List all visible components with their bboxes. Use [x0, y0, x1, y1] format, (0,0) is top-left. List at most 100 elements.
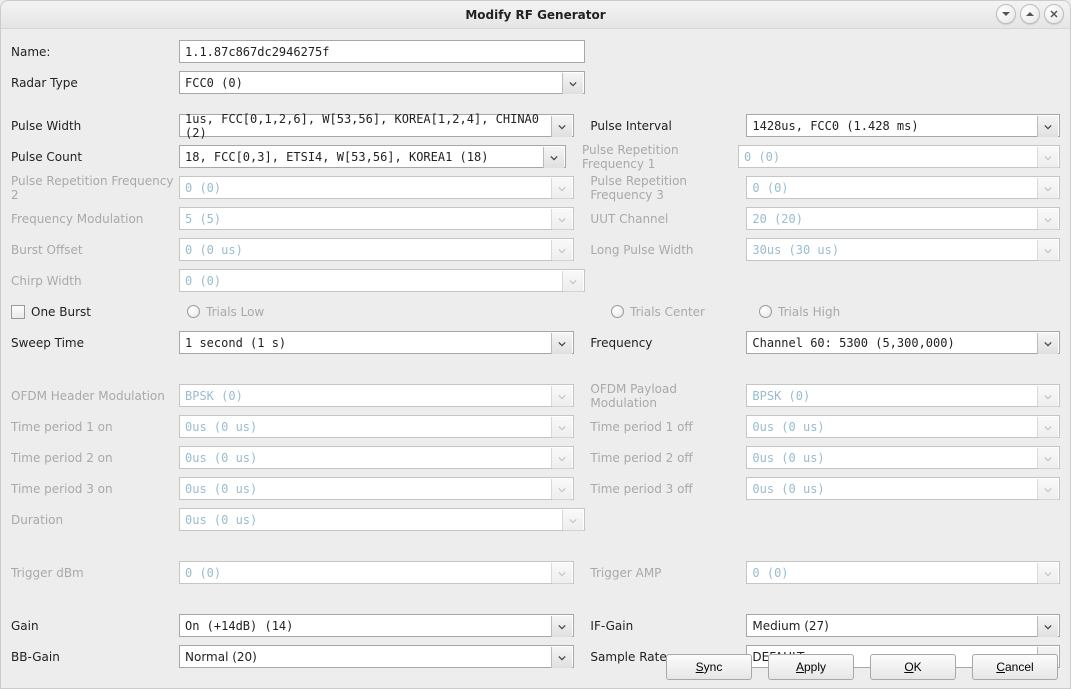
- chevron-down-icon: [1037, 616, 1058, 637]
- prf1-combo: 0 (0): [738, 145, 1060, 168]
- tp3off-label: Time period 3 off: [590, 482, 746, 496]
- bb-gain-label: BB-Gain: [11, 650, 179, 664]
- frequency-combo[interactable]: Channel 60: 5300 (5,300,000): [746, 331, 1060, 354]
- pulse-interval-label: Pulse Interval: [590, 119, 746, 133]
- prf2-combo: 0 (0): [179, 176, 574, 199]
- trigger-dbm-combo: 0 (0): [179, 561, 574, 584]
- trigger-dbm-label: Trigger dBm: [11, 566, 179, 580]
- uut-channel-combo: 20 (20): [746, 207, 1060, 230]
- prf2-label: Pulse Repetition Frequency 2: [11, 174, 179, 202]
- tp1on-label: Time period 1 on: [11, 420, 179, 434]
- chevron-down-icon: [551, 333, 572, 354]
- prf1-label: Pulse Repetition Frequency 1: [582, 143, 738, 171]
- duration-label: Duration: [11, 513, 179, 527]
- chevron-down-icon: [562, 271, 583, 292]
- minimize-button[interactable]: [996, 4, 1016, 24]
- chevron-down-icon: [1037, 116, 1058, 137]
- pulse-count-label: Pulse Count: [11, 150, 179, 164]
- chevron-down-icon: [551, 178, 572, 199]
- pulse-interval-combo[interactable]: 1428us, FCC0 (1.428 ms): [746, 114, 1060, 137]
- chevron-down-icon: [1037, 479, 1058, 500]
- chevron-down-icon: [562, 73, 583, 94]
- chevron-down-icon: [1037, 333, 1058, 354]
- tp3on-label: Time period 3 on: [11, 482, 179, 496]
- long-pulse-width-combo: 30us (30 us): [746, 238, 1060, 261]
- tp2on-combo: 0us (0 us): [179, 446, 574, 469]
- chevron-down-icon: [551, 417, 572, 438]
- tp2on-label: Time period 2 on: [11, 451, 179, 465]
- chevron-down-icon: [1037, 448, 1058, 469]
- ofdm-header-mod-label: OFDM Header Modulation: [11, 389, 179, 403]
- uut-channel-label: UUT Channel: [590, 212, 746, 226]
- tp1on-combo: 0us (0 us): [179, 415, 574, 438]
- tp1off-label: Time period 1 off: [590, 420, 746, 434]
- freq-mod-label: Frequency Modulation: [11, 212, 179, 226]
- trigger-amp-combo: 0 (0): [746, 561, 1060, 584]
- chevron-down-icon: [1037, 178, 1058, 199]
- burst-offset-label: Burst Offset: [11, 243, 179, 257]
- pulse-width-label: Pulse Width: [11, 119, 179, 133]
- chevron-down-icon: [551, 647, 572, 668]
- frequency-label: Frequency: [590, 336, 746, 350]
- pulse-count-combo[interactable]: 18, FCC[0,3], ETSI4, W[53,56], KOREA1 (1…: [179, 145, 566, 168]
- ofdm-header-mod-combo: BPSK (0): [179, 384, 574, 407]
- chevron-down-icon: [1037, 209, 1058, 230]
- tp1off-combo: 0us (0 us): [746, 415, 1060, 438]
- burst-offset-combo: 0 (0 us): [179, 238, 574, 261]
- one-burst-label: One Burst: [31, 305, 91, 319]
- if-gain-combo[interactable]: Medium (27): [746, 614, 1060, 637]
- maximize-button[interactable]: [1020, 4, 1040, 24]
- bb-gain-combo[interactable]: Normal (20): [179, 645, 574, 668]
- titlebar: Modify RF Generator: [1, 1, 1070, 29]
- tp2off-combo: 0us (0 us): [746, 446, 1060, 469]
- long-pulse-width-label: Long Pulse Width: [590, 243, 746, 257]
- trials-center-radio[interactable]: Trials Center: [611, 305, 705, 319]
- chevron-down-icon: [551, 209, 572, 230]
- gain-label: Gain: [11, 619, 179, 633]
- window-title: Modify RF Generator: [465, 8, 605, 22]
- prf3-combo: 0 (0): [746, 176, 1060, 199]
- duration-combo: 0us (0 us): [179, 508, 585, 531]
- cancel-button[interactable]: Cancel: [972, 654, 1058, 680]
- chevron-down-icon: [543, 147, 564, 168]
- chevron-down-icon: [551, 616, 572, 637]
- chevron-down-icon: [551, 563, 572, 584]
- tp3on-combo: 0us (0 us): [179, 477, 574, 500]
- sync-button[interactable]: Sync: [666, 654, 752, 680]
- chevron-down-icon: [1037, 563, 1058, 584]
- name-input[interactable]: [179, 40, 585, 63]
- if-gain-label: IF-Gain: [590, 619, 746, 633]
- chevron-down-icon: [551, 116, 572, 137]
- prf3-label: Pulse Repetition Frequency 3: [590, 174, 746, 202]
- chevron-down-icon: [1037, 386, 1058, 407]
- ok-button[interactable]: OK: [870, 654, 956, 680]
- trigger-amp-label: Trigger AMP: [590, 566, 746, 580]
- chevron-down-icon: [562, 510, 583, 531]
- chirp-width-label: Chirp Width: [11, 274, 179, 288]
- one-burst-checkbox[interactable]: [11, 305, 25, 319]
- tp2off-label: Time period 2 off: [590, 451, 746, 465]
- tp3off-combo: 0us (0 us): [746, 477, 1060, 500]
- close-button[interactable]: [1044, 4, 1064, 24]
- apply-button[interactable]: Apply: [768, 654, 854, 680]
- pulse-width-combo[interactable]: 1us, FCC[0,1,2,6], W[53,56], KOREA[1,2,4…: [179, 114, 574, 137]
- chevron-down-icon: [551, 386, 572, 407]
- chevron-down-icon: [551, 448, 572, 469]
- chevron-down-icon: [1037, 240, 1058, 261]
- radar-type-combo[interactable]: FCC0 (0): [179, 71, 585, 94]
- chevron-down-icon: [551, 479, 572, 500]
- sweep-time-label: Sweep Time: [11, 336, 179, 350]
- radar-type-label: Radar Type: [11, 76, 179, 90]
- trials-low-radio[interactable]: Trials Low: [187, 305, 264, 319]
- name-label: Name:: [11, 45, 179, 59]
- chevron-down-icon: [1037, 147, 1058, 168]
- freq-mod-combo: 5 (5): [179, 207, 574, 230]
- sweep-time-combo[interactable]: 1 second (1 s): [179, 331, 574, 354]
- trials-high-radio[interactable]: Trials High: [759, 305, 840, 319]
- gain-combo[interactable]: On (+14dB) (14): [179, 614, 574, 637]
- chirp-width-combo: 0 (0): [179, 269, 585, 292]
- ofdm-payload-mod-label: OFDM Payload Modulation: [590, 382, 746, 410]
- chevron-down-icon: [551, 240, 572, 261]
- ofdm-payload-mod-combo: BPSK (0): [746, 384, 1060, 407]
- chevron-down-icon: [1037, 417, 1058, 438]
